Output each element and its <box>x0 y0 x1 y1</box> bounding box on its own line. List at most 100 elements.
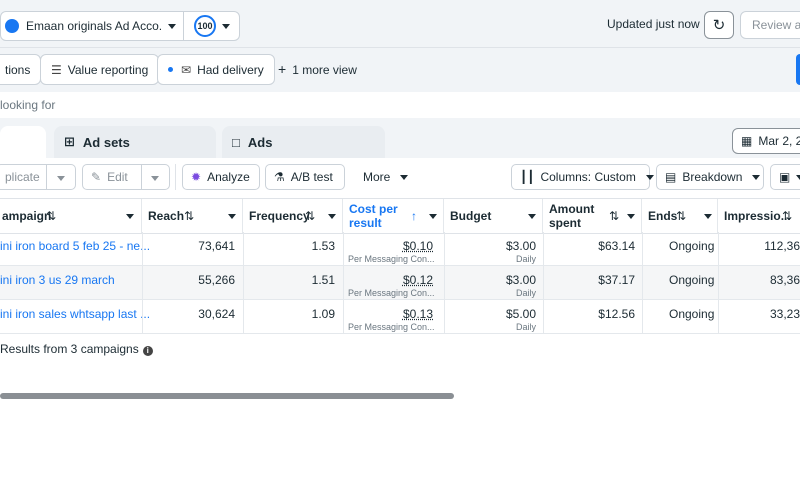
columns-button[interactable]: ┃┃ Columns: Custom <box>511 164 654 190</box>
chevron-down-icon[interactable] <box>328 214 336 219</box>
filter-chip-had-delivery[interactable]: ✉ Had delivery <box>157 54 275 85</box>
amount-spent-value: $63.14 <box>598 239 635 253</box>
column-header-ends[interactable]: Ends ⇅ <box>642 199 718 233</box>
chevron-down-icon[interactable] <box>704 214 712 219</box>
more-view-button[interactable]: +1 more view <box>278 61 357 77</box>
impressions-value: 83,36 <box>769 273 800 287</box>
impressions-value: 112,36 <box>764 239 800 253</box>
chevron-down-icon[interactable] <box>429 214 437 219</box>
more-button[interactable]: More <box>354 164 412 190</box>
cost-per-result-sublabel: Per Messaging Con... <box>348 322 435 332</box>
sort-icon[interactable]: ⇅ <box>609 209 619 223</box>
grid-icon: ⊞ <box>64 134 75 149</box>
column-header-campaign[interactable]: ampaign ⇅ <box>0 199 142 233</box>
chevron-down-icon[interactable] <box>126 214 134 219</box>
chevron-down-icon <box>222 23 230 29</box>
create-button[interactable] <box>796 54 800 85</box>
amount-spent-value: $37.17 <box>598 273 635 287</box>
envelope-icon: ✉ <box>181 62 192 77</box>
tab-campaigns[interactable] <box>0 126 46 158</box>
budget-sublabel: Daily <box>515 288 536 298</box>
column-header-amount-spent[interactable]: Amount spent ⇅ <box>543 199 642 233</box>
table-header: ampaign ⇅ Reach ⇅ Frequency ⇅ Cost per re… <box>0 198 800 234</box>
breakdown-icon: ▤ <box>665 170 677 184</box>
tab-adsets[interactable]: ⊞ Ad sets <box>54 126 216 158</box>
top-bar: Emaan originals Ad Acco... 100 Updated j… <box>0 0 800 48</box>
breakdown-button[interactable]: ▤ Breakdown <box>656 164 764 190</box>
reach-value: 55,266 <box>198 273 235 287</box>
sparkle-icon: ✹ <box>191 170 202 184</box>
horizontal-scrollbar[interactable] <box>0 393 454 399</box>
cost-per-result-value: $0.12 <box>402 273 433 287</box>
reach-value: 30,624 <box>198 307 235 321</box>
amount-spent-value: $12.56 <box>598 307 635 321</box>
sort-icon[interactable]: ⇅ <box>46 209 56 223</box>
chevron-down-icon <box>752 174 761 180</box>
score-value: 100 <box>194 15 216 37</box>
chevron-down-icon <box>645 174 654 180</box>
filter-chip-value-reporting[interactable]: ☰ Value reporting <box>40 54 160 85</box>
budget-sublabel: Daily <box>515 254 536 264</box>
opportunity-score-button[interactable]: 100 <box>184 11 240 41</box>
plus-icon: + <box>278 61 287 77</box>
chevron-down-icon[interactable] <box>627 214 635 219</box>
tab-ads[interactable]: □ Ads <box>222 126 385 158</box>
frequency-value: 1.53 <box>311 239 335 253</box>
chevron-down-icon[interactable] <box>228 214 236 219</box>
calendar-icon: ▦ <box>741 134 753 148</box>
chevron-down-icon <box>168 23 176 29</box>
info-icon[interactable]: i <box>142 346 153 356</box>
reach-value: 73,641 <box>198 239 235 253</box>
table-row[interactable]: ini iron board 5 feb 25 - ne... 73,641 1… <box>0 232 800 266</box>
updated-status: Updated just now <box>607 17 700 31</box>
frequency-value: 1.09 <box>311 307 335 321</box>
column-header-frequency[interactable]: Frequency ⇅ <box>243 199 343 233</box>
flask-icon: ⚗ <box>274 170 285 184</box>
column-header-cost-per-result[interactable]: Cost per result ↑ <box>343 199 444 233</box>
chevron-down-icon <box>400 174 409 180</box>
filter-chip-actions[interactable]: tions <box>0 54 42 85</box>
edit-button[interactable]: ✎ Edit <box>82 164 170 190</box>
refresh-button[interactable]: ↻ <box>704 11 734 39</box>
sort-ascending-icon[interactable]: ↑ <box>411 209 417 223</box>
sort-icon[interactable]: ⇅ <box>305 209 315 223</box>
date-range-button[interactable]: ▦ Mar 2, 20 <box>732 128 800 154</box>
columns-icon: ┃┃ <box>520 170 535 184</box>
account-avatar <box>5 19 19 33</box>
results-summary: Results from 3 campaigns i <box>0 342 153 356</box>
reports-button[interactable]: ▣ <box>770 164 800 190</box>
cost-per-result-sublabel: Per Messaging Con... <box>348 288 435 298</box>
sort-icon[interactable]: ⇅ <box>782 209 792 223</box>
campaign-name-link[interactable]: ini iron 3 us 29 march <box>0 273 115 287</box>
column-header-impressions[interactable]: Impressio... ⇅ <box>718 199 800 233</box>
ends-value: Ongoing <box>669 307 715 321</box>
ab-test-button[interactable]: ⚗ A/B test <box>265 164 345 190</box>
divider <box>175 164 176 190</box>
duplicate-button[interactable]: plicate <box>0 164 76 190</box>
budget-value: $5.00 <box>505 307 536 321</box>
frequency-value: 1.51 <box>311 273 335 287</box>
ends-value: Ongoing <box>669 273 715 287</box>
table-row[interactable]: ini iron sales whtsapp last ... 30,624 1… <box>0 300 800 334</box>
account-selector[interactable]: Emaan originals Ad Acco... <box>0 11 184 41</box>
sort-icon[interactable]: ⇅ <box>184 209 194 223</box>
campaign-name-link[interactable]: ini iron sales whtsapp last ... <box>0 307 150 321</box>
search-input[interactable]: looking for <box>0 92 800 118</box>
column-header-reach[interactable]: Reach ⇅ <box>142 199 243 233</box>
ad-icon: □ <box>232 134 240 150</box>
budget-value: $3.00 <box>505 239 536 253</box>
account-name: Emaan originals Ad Acco... <box>26 19 162 33</box>
pencil-icon: ✎ <box>91 170 102 184</box>
refresh-icon: ↻ <box>712 17 726 34</box>
budget-sublabel: Daily <box>515 322 536 332</box>
report-icon: ▣ <box>779 170 791 184</box>
campaign-name-link[interactable]: ini iron board 5 feb 25 - ne... <box>0 239 150 253</box>
cost-per-result-sublabel: Per Messaging Con... <box>348 254 435 264</box>
ends-value: Ongoing <box>669 239 715 253</box>
sort-icon[interactable]: ⇅ <box>676 209 686 223</box>
table-row[interactable]: ini iron 3 us 29 march 55,266 1.51 $0.12… <box>0 266 800 300</box>
chevron-down-icon[interactable] <box>528 214 536 219</box>
column-header-budget[interactable]: Budget <box>444 199 543 233</box>
review-and-publish-button[interactable]: Review an <box>740 11 800 39</box>
analyze-button[interactable]: ✹ Analyze <box>182 164 260 190</box>
